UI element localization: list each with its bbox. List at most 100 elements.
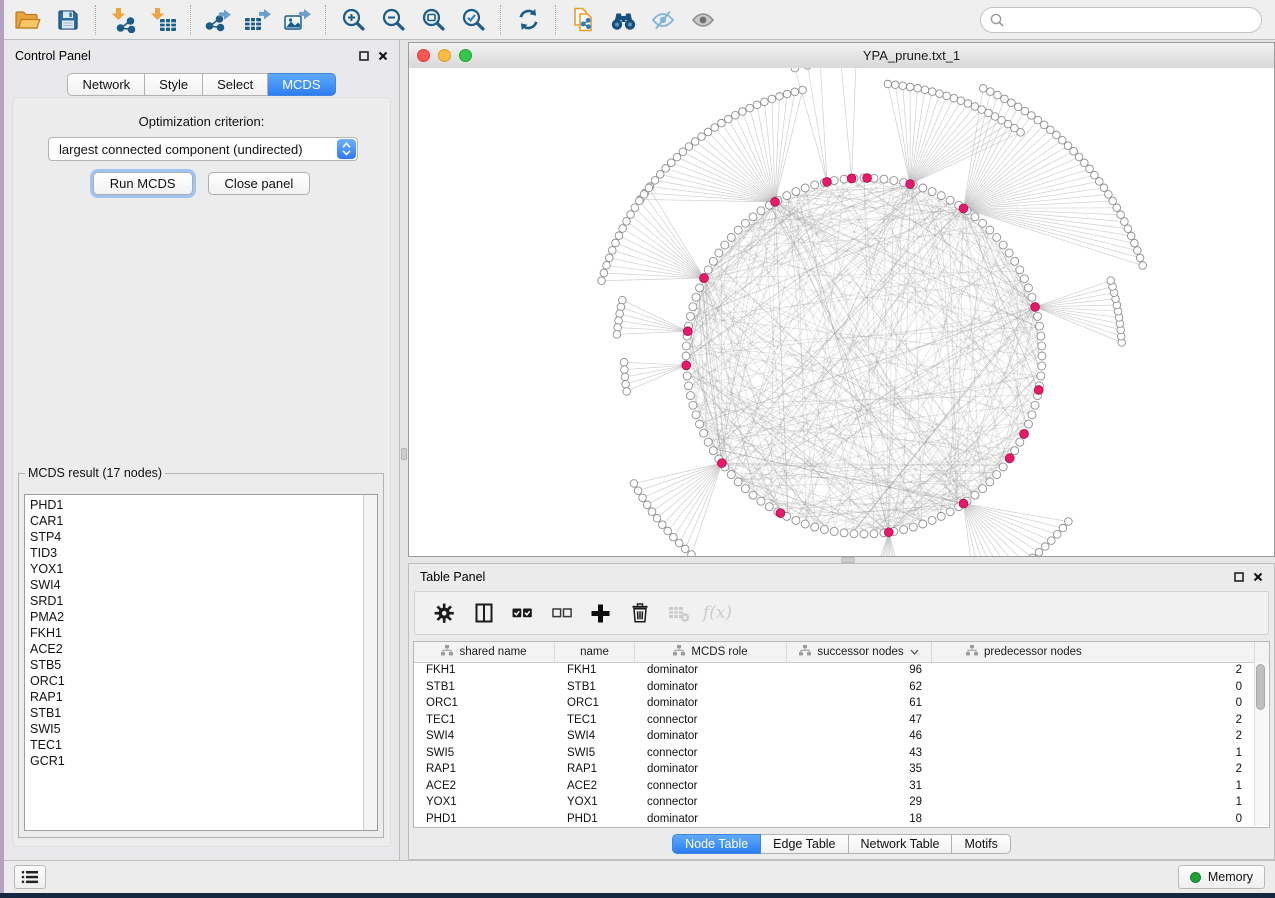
table-scrollbar[interactable] [1254, 662, 1268, 826]
cell-mcds-role[interactable]: dominator [635, 697, 787, 709]
import-network-button[interactable] [103, 3, 143, 37]
cell-mcds-role[interactable]: connector [635, 714, 787, 726]
cell-predecessor-nodes[interactable]: 1 [932, 780, 1255, 792]
mcds-result-node[interactable]: TEC1 [25, 737, 363, 753]
cell-successor-nodes[interactable]: 31 [787, 780, 932, 792]
mcds-result-node[interactable]: GCR1 [25, 753, 363, 769]
cell-successor-nodes[interactable]: 47 [787, 714, 932, 726]
create-column-button[interactable] [581, 595, 620, 631]
cell-mcds-role[interactable]: dominator [635, 763, 787, 775]
cell-successor-nodes[interactable]: 62 [787, 681, 932, 693]
table-row[interactable]: TEC1TEC1connector472 [414, 712, 1255, 729]
delete-column-button[interactable] [620, 595, 659, 631]
control-panel-tab-mcds[interactable]: MCDS [268, 73, 335, 96]
cell-mcds-role[interactable]: dominator [635, 813, 787, 825]
mcds-result-node[interactable]: YOX1 [25, 561, 363, 577]
criterion-select[interactable]: largest connected component (undirected) [48, 137, 358, 161]
cell-mcds-role[interactable]: connector [635, 796, 787, 808]
cell-name[interactable]: YOX1 [555, 796, 635, 808]
table-tab-node-table[interactable]: Node Table [672, 834, 761, 854]
column-header-shared-name[interactable]: shared name [414, 642, 555, 662]
search-binoculars-button[interactable] [603, 3, 643, 37]
cell-shared-name[interactable]: FKH1 [414, 664, 555, 676]
close-panel-button[interactable]: Close panel [208, 172, 311, 195]
cell-shared-name[interactable]: PHD1 [414, 813, 555, 825]
show-all-button[interactable] [683, 3, 723, 37]
zoom-selected-button[interactable] [453, 3, 493, 37]
cell-mcds-role[interactable]: dominator [635, 681, 787, 693]
cell-mcds-role[interactable]: connector [635, 780, 787, 792]
cell-predecessor-nodes[interactable]: 2 [932, 763, 1255, 775]
cell-mcds-role[interactable]: connector [635, 747, 787, 759]
cell-name[interactable]: PHD1 [555, 813, 635, 825]
memory-button[interactable]: Memory [1178, 865, 1265, 889]
vertical-splitter[interactable] [400, 40, 408, 860]
close-panel-icon[interactable] [378, 51, 388, 61]
cell-name[interactable]: TEC1 [555, 714, 635, 726]
cell-shared-name[interactable]: SWI4 [414, 730, 555, 742]
cell-name[interactable]: ACE2 [555, 780, 635, 792]
mcds-result-node[interactable]: ORC1 [25, 673, 363, 689]
cell-predecessor-nodes[interactable]: 1 [932, 796, 1255, 808]
search-box[interactable] [980, 7, 1262, 33]
toggle-column-button[interactable] [464, 595, 503, 631]
mcds-result-node[interactable]: FKH1 [25, 625, 363, 641]
table-tab-edge-table[interactable]: Edge Table [761, 834, 848, 854]
float-panel-icon[interactable] [1234, 572, 1244, 582]
zoom-in-button[interactable] [333, 3, 373, 37]
cell-predecessor-nodes[interactable]: 0 [932, 697, 1255, 709]
table-row[interactable]: YOX1YOX1connector291 [414, 794, 1255, 811]
mcds-result-list[interactable]: PHD1CAR1STP4TID3YOX1SWI4SRD1PMA2FKH1ACE2… [24, 494, 378, 831]
cell-successor-nodes[interactable]: 61 [787, 697, 932, 709]
mcds-result-node[interactable]: SWI5 [25, 721, 363, 737]
export-table-button[interactable] [238, 3, 278, 37]
mcds-result-node[interactable]: ACE2 [25, 641, 363, 657]
cell-predecessor-nodes[interactable]: 2 [932, 730, 1255, 742]
table-row[interactable]: STB1STB1dominator620 [414, 679, 1255, 696]
table-tab-motifs[interactable]: Motifs [952, 834, 1010, 854]
column-header-predecessor-nodes[interactable]: predecessor nodes [932, 642, 1255, 662]
import-table-button[interactable] [143, 3, 183, 37]
column-header-name[interactable]: name [555, 642, 635, 662]
table-row[interactable]: PHD1PHD1dominator180 [414, 811, 1255, 827]
table-row[interactable]: RAP1RAP1dominator352 [414, 761, 1255, 778]
table-row[interactable]: SWI5SWI5connector431 [414, 745, 1255, 762]
cell-shared-name[interactable]: TEC1 [414, 714, 555, 726]
cell-predecessor-nodes[interactable]: 2 [932, 664, 1255, 676]
zoom-fit-button[interactable] [413, 3, 453, 37]
save-session-button[interactable] [48, 3, 88, 37]
float-panel-icon[interactable] [359, 51, 369, 61]
cell-mcds-role[interactable]: dominator [635, 730, 787, 742]
cell-successor-nodes[interactable]: 35 [787, 763, 932, 775]
mcds-result-node[interactable]: STB1 [25, 705, 363, 721]
table-settings-gear-button[interactable] [425, 595, 464, 631]
cell-name[interactable]: FKH1 [555, 664, 635, 676]
cell-shared-name[interactable]: YOX1 [414, 796, 555, 808]
cell-shared-name[interactable]: SWI5 [414, 747, 555, 759]
cell-mcds-role[interactable]: dominator [635, 664, 787, 676]
cell-shared-name[interactable]: ACE2 [414, 780, 555, 792]
mcds-result-node[interactable]: RAP1 [25, 689, 363, 705]
cell-name[interactable]: STB1 [555, 681, 635, 693]
share-network-file-button[interactable] [563, 3, 603, 37]
close-panel-icon[interactable] [1253, 572, 1263, 582]
cell-successor-nodes[interactable]: 46 [787, 730, 932, 742]
search-input[interactable] [1010, 12, 1252, 29]
cell-predecessor-nodes[interactable]: 0 [932, 813, 1255, 825]
network-window-titlebar[interactable]: YPA_prune.txt_1 [409, 43, 1274, 69]
network-view-canvas[interactable] [409, 68, 1274, 556]
result-list-scrollbar[interactable] [363, 495, 377, 830]
cell-name[interactable]: ORC1 [555, 697, 635, 709]
table-row[interactable]: ORC1ORC1dominator610 [414, 695, 1255, 712]
refresh-view-button[interactable] [508, 3, 548, 37]
cell-successor-nodes[interactable]: 29 [787, 796, 932, 808]
cell-predecessor-nodes[interactable]: 0 [932, 681, 1255, 693]
cell-predecessor-nodes[interactable]: 2 [932, 714, 1255, 726]
deselect-all-rows-button[interactable] [542, 595, 581, 631]
cell-predecessor-nodes[interactable]: 1 [932, 747, 1255, 759]
column-header-successor-nodes[interactable]: successor nodes [787, 642, 932, 662]
scrollbar-thumb[interactable] [1256, 664, 1265, 710]
export-network-button[interactable] [198, 3, 238, 37]
mcds-result-node[interactable]: CAR1 [25, 513, 363, 529]
cell-shared-name[interactable]: ORC1 [414, 697, 555, 709]
